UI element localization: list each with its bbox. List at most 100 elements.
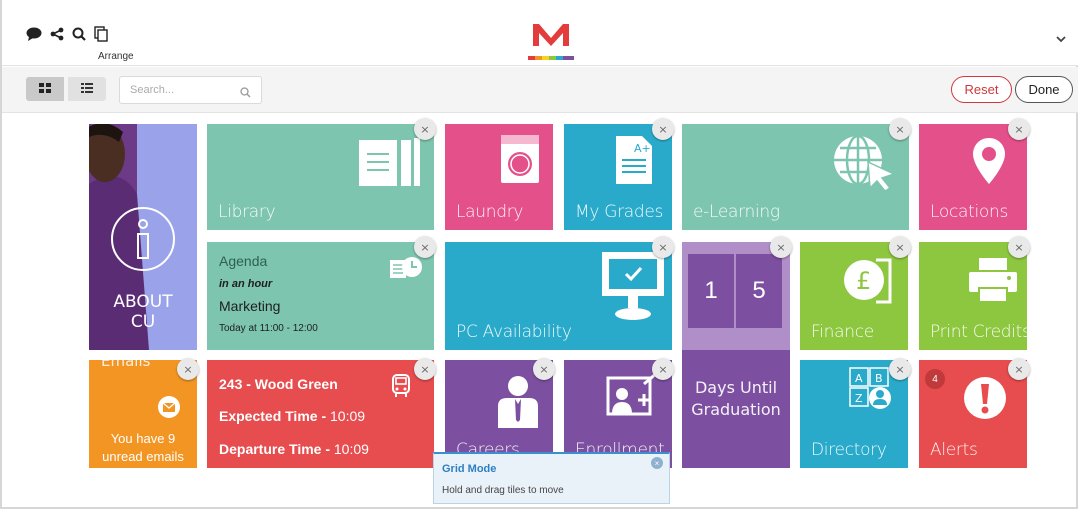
bus-expected-label: Expected Time - xyxy=(219,408,327,424)
reset-button[interactable]: Reset xyxy=(951,76,1012,103)
businessman-icon xyxy=(498,376,538,428)
bus-departure: Departure Time - 10:09 xyxy=(219,441,369,457)
top-icon-group xyxy=(26,26,108,42)
remove-alerts-button[interactable]: × xyxy=(1008,358,1030,380)
pound-coin-icon: £ xyxy=(844,258,892,304)
calendar-clock-icon xyxy=(390,257,422,278)
remove-bus-times-button[interactable]: × xyxy=(414,358,436,380)
tile-print-credits-label: Print Credits xyxy=(930,322,1027,342)
printer-icon xyxy=(969,258,1017,303)
tile-locations[interactable]: Locations xyxy=(919,124,1027,230)
search-input[interactable] xyxy=(120,77,230,103)
arrange-toolbar: Reset Done xyxy=(2,67,1078,113)
chat-icon[interactable] xyxy=(26,27,42,41)
tile-e-learning[interactable]: e-Learning xyxy=(682,124,909,230)
bus-expected: Expected Time - 10:09 xyxy=(219,408,365,424)
tile-laundry-label: Laundry xyxy=(456,202,524,222)
remove-my-grades-button[interactable]: × xyxy=(652,118,674,140)
countdown-digit-2: 5 xyxy=(736,254,782,328)
map-pin-icon xyxy=(973,138,1005,184)
about-label-line2: CU xyxy=(130,312,156,332)
tile-about-cu[interactable]: ABOUT CU xyxy=(89,124,197,350)
remove-days-until-graduation-button[interactable]: × xyxy=(770,236,792,258)
countdown-label-line2: Graduation xyxy=(691,400,781,419)
tile-finance[interactable]: £ Finance xyxy=(800,242,908,350)
chevron-down-icon[interactable] xyxy=(1056,30,1066,48)
countdown-label-line1: Days Until xyxy=(694,378,778,397)
svg-text:A: A xyxy=(855,372,863,385)
tooltip-body: Hold and drag tiles to move xyxy=(442,485,564,496)
search-box xyxy=(119,76,262,104)
svg-text:Z: Z xyxy=(855,392,863,405)
svg-text:£: £ xyxy=(856,267,871,295)
book-icon xyxy=(359,138,420,186)
arrange-label: Arrange xyxy=(98,51,134,62)
share-icon[interactable] xyxy=(50,27,64,41)
tile-my-grades-label: My Grades xyxy=(575,202,664,222)
agenda-time: Today at 11:00 - 12:00 xyxy=(219,323,318,334)
tile-print-credits[interactable]: Print Credits xyxy=(919,242,1027,350)
tile-library-label: Library xyxy=(218,202,276,222)
tile-agenda[interactable]: Agenda in an hour Marketing Today at 11:… xyxy=(207,242,434,350)
search-icon[interactable] xyxy=(72,27,86,41)
remove-library-button[interactable]: × xyxy=(414,118,436,140)
remove-e-learning-button[interactable]: × xyxy=(889,118,911,140)
agenda-event: Marketing xyxy=(219,298,281,314)
remove-pc-availability-button[interactable]: × xyxy=(652,236,674,258)
tile-my-grades[interactable]: A+ My Grades xyxy=(564,124,672,230)
info-icon xyxy=(111,207,175,271)
exclamation-alert-icon xyxy=(964,377,1006,419)
enrollment-board-icon xyxy=(606,370,659,416)
envelope-icon xyxy=(158,396,180,418)
search-icon[interactable] xyxy=(240,85,251,103)
alerts-count-badge: 4 xyxy=(925,369,945,389)
tile-pc-availability-label: PC Availability xyxy=(456,322,572,342)
emails-line2: unread emails xyxy=(102,449,184,464)
bus-route: 243 - Wood Green xyxy=(219,376,338,392)
grid-mode-tooltip: Grid Mode Hold and drag tiles to move × xyxy=(433,452,670,504)
tile-finance-label: Finance xyxy=(811,322,874,342)
app-frame: Arrange Search... Reset Done ABOUT CU Li… xyxy=(0,0,1078,509)
grid-view-button[interactable] xyxy=(26,77,64,101)
tile-locations-label: Locations xyxy=(930,202,1009,222)
grid-icon xyxy=(39,80,51,98)
tile-library[interactable]: Library xyxy=(207,124,434,230)
app-logo xyxy=(527,16,575,62)
countdown-digit-1: 1 xyxy=(688,254,734,328)
directory-contact-icon: A B Z xyxy=(849,367,891,409)
bus-departure-time: 10:09 xyxy=(333,441,369,457)
tile-bus-times[interactable]: 243 - Wood Green Expected Time - 10:09 D… xyxy=(207,360,434,468)
bus-departure-label: Departure Time - xyxy=(219,441,330,457)
tooltip-close-button[interactable]: × xyxy=(651,457,663,469)
remove-directory-button[interactable]: × xyxy=(889,358,911,380)
tile-e-learning-label: e-Learning xyxy=(693,202,780,222)
grades-document-icon: A+ xyxy=(616,136,652,184)
globe-cursor-icon xyxy=(834,134,897,192)
list-view-button[interactable] xyxy=(68,77,106,101)
remove-locations-button[interactable]: × xyxy=(1008,118,1030,140)
top-bar: Arrange xyxy=(2,0,1078,66)
svg-text:B: B xyxy=(875,372,883,385)
tile-directory-label: Directory xyxy=(811,440,887,460)
tile-days-until-graduation[interactable]: 1 5 Days Until Graduation xyxy=(682,242,790,468)
remove-finance-button[interactable]: × xyxy=(889,236,911,258)
list-icon xyxy=(81,80,93,98)
tile-alerts-label: Alerts xyxy=(930,440,978,460)
remove-print-credits-button[interactable]: × xyxy=(1008,236,1030,258)
tile-pc-availability[interactable]: PC Availability xyxy=(445,242,672,350)
remove-enrollment-button[interactable]: × xyxy=(652,358,674,380)
done-button[interactable]: Done xyxy=(1015,76,1073,103)
remove-careers-button[interactable]: × xyxy=(533,358,555,380)
washing-machine-icon xyxy=(501,135,539,183)
remove-emails-button[interactable]: × xyxy=(177,358,199,380)
arrange-icon[interactable] xyxy=(94,26,108,42)
computer-monitor-icon xyxy=(602,252,664,320)
tile-laundry[interactable]: Laundry xyxy=(445,124,553,230)
emails-title: Emails xyxy=(101,360,151,370)
agenda-when: in an hour xyxy=(219,278,273,290)
emails-line1: You have 9 xyxy=(110,431,176,446)
bus-icon xyxy=(392,374,410,397)
svg-text:A+: A+ xyxy=(634,142,651,155)
tooltip-title: Grid Mode xyxy=(442,463,497,475)
remove-agenda-button[interactable]: × xyxy=(414,236,436,258)
